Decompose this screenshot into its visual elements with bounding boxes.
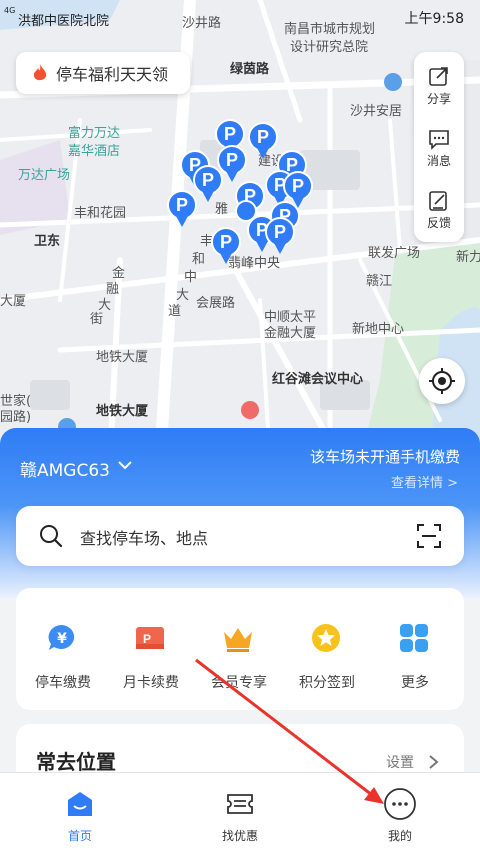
side-panel: 分享 消息 反馈 [414, 52, 464, 242]
svg-text:¥: ¥ [57, 631, 67, 647]
service-label: 月卡续费 [123, 675, 179, 691]
share-label: 分享 [426, 92, 451, 106]
service-monthly-card[interactable]: P 月卡续费 [104, 588, 192, 710]
locate-icon [429, 368, 455, 394]
ticket-icon [227, 794, 253, 814]
share-icon [429, 67, 448, 86]
nav-profile[interactable]: 我的 [340, 773, 460, 854]
service-checkin[interactable]: 积分签到 [280, 588, 368, 710]
signal-indicator: 4G [4, 6, 16, 15]
svg-text:P: P [143, 632, 151, 646]
frequent-title: 常去位置 [36, 750, 116, 774]
bottom-nav: 首页 找优惠 我的 [0, 772, 480, 854]
profile-dots-icon [384, 788, 416, 820]
services-grid: ¥ 停车缴费 P 月卡续费 会员专享 积分签到 更多 [16, 588, 464, 710]
chevron-down-icon[interactable] [118, 460, 132, 470]
status-location: 洪都中医院北院 [18, 14, 110, 29]
view-details-link[interactable]: 查看详情 > [391, 472, 458, 491]
p-card-icon: P [136, 627, 164, 649]
crown-icon [224, 628, 252, 652]
feedback-icon [429, 191, 447, 211]
scan-icon[interactable] [416, 523, 442, 549]
service-label: 停车缴费 [35, 675, 91, 691]
nav-label: 我的 [387, 829, 412, 843]
search-icon [40, 525, 63, 548]
search-bar[interactable]: 查找停车场、地点 [16, 506, 464, 566]
grid-icon [400, 624, 428, 652]
status-bar: 4G 洪都中医院北院 上午9:58 [0, 0, 480, 30]
fire-icon [33, 64, 47, 81]
yen-chat-icon: ¥ [48, 624, 75, 650]
status-time: 上午9:58 [404, 11, 464, 27]
service-member[interactable]: 会员专享 [192, 588, 280, 710]
chevron-right-icon[interactable] [428, 754, 440, 770]
home-icon [68, 792, 92, 816]
service-label: 会员专享 [211, 675, 267, 691]
service-label: 更多 [401, 675, 429, 691]
promo-label: 停车福利天天领 [56, 65, 169, 84]
search-input[interactable]: 查找停车场、地点 [80, 525, 208, 549]
message-button[interactable]: 消息 [414, 116, 464, 178]
message-icon [429, 130, 449, 150]
locate-button[interactable] [419, 358, 465, 404]
plate-selector[interactable]: 赣AMGC63 [20, 456, 110, 481]
payment-notice: 该车场未开通手机缴费 [309, 448, 460, 466]
message-label: 消息 [426, 154, 451, 168]
star-coin-icon [312, 624, 340, 652]
nav-label: 首页 [67, 829, 92, 843]
promo-button[interactable]: 停车福利天天领 [16, 52, 190, 94]
nav-label: 找优惠 [221, 829, 258, 843]
nav-deals[interactable]: 找优惠 [180, 773, 300, 854]
feedback-label: 反馈 [426, 216, 451, 230]
frequent-settings-link[interactable]: 设置 [386, 752, 414, 772]
nav-home[interactable]: 首页 [20, 773, 140, 854]
service-parking-pay[interactable]: ¥ 停车缴费 [16, 588, 104, 710]
share-button[interactable]: 分享 [414, 54, 464, 116]
feedback-button[interactable]: 反馈 [414, 178, 464, 240]
service-more[interactable]: 更多 [368, 588, 456, 710]
service-label: 积分签到 [299, 675, 355, 691]
